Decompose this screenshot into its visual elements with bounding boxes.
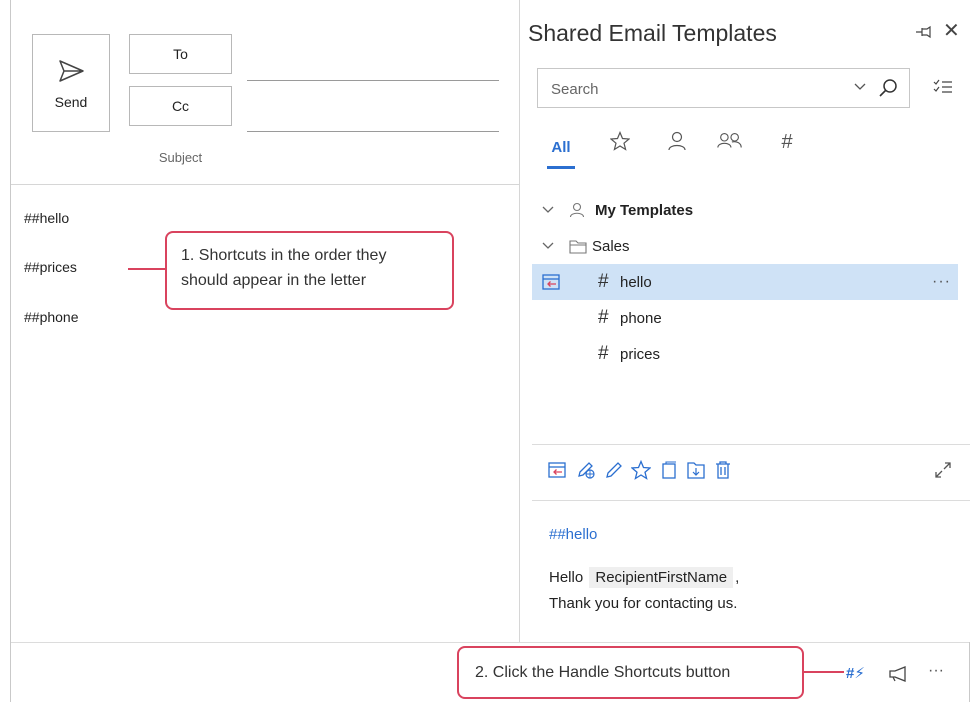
chevron-down-icon[interactable]: [542, 205, 554, 215]
panel-title: Shared Email Templates: [528, 20, 777, 46]
move-to-folder-icon[interactable]: [686, 460, 706, 480]
to-button[interactable]: To: [129, 34, 232, 74]
preview-line-1: Hello RecipientFirstName,: [549, 567, 740, 588]
expand-icon[interactable]: [933, 460, 953, 480]
callout-shortcut-order: 1. Shortcuts in the order they should ap…: [165, 231, 454, 310]
search-box: [537, 68, 910, 109]
send-button[interactable]: Send: [32, 34, 110, 132]
template-item-prices[interactable]: # prices: [532, 336, 958, 372]
person-icon: [668, 131, 686, 151]
pin-icon[interactable]: [915, 25, 933, 39]
chevron-down-icon[interactable]: [854, 82, 866, 92]
edit-online-icon[interactable]: [576, 460, 596, 480]
send-icon: [59, 60, 84, 82]
compose-divider: [11, 184, 519, 185]
callout-leader-1: [128, 268, 165, 270]
hash-icon: #: [598, 271, 609, 292]
folder-icon: [569, 239, 587, 254]
preview-comma: ,: [735, 569, 740, 586]
preview-line-2: Thank you for contacting us.: [549, 595, 738, 612]
tree-label-sales: Sales: [592, 237, 630, 255]
send-label: Send: [54, 94, 88, 110]
template-item-hello[interactable]: # hello ···: [532, 264, 958, 300]
macro-recipient-first-name: RecipientFirstName: [589, 567, 734, 588]
search-input[interactable]: [538, 69, 853, 109]
insert-template-icon[interactable]: [547, 460, 567, 480]
chevron-down-icon[interactable]: [542, 241, 554, 251]
search-icon[interactable]: [878, 78, 898, 98]
star-icon: [610, 131, 630, 151]
copy-icon[interactable]: [659, 460, 679, 480]
shared-templates-panel: Shared Email Templates ✕ All: [519, 0, 970, 642]
tab-shortcuts[interactable]: #: [775, 131, 799, 169]
pencil-icon[interactable]: [604, 460, 624, 480]
cc-field[interactable]: [247, 131, 499, 132]
handle-shortcuts-icon[interactable]: #⚡: [846, 664, 865, 682]
hash-icon: #: [598, 343, 609, 364]
tab-team-templates[interactable]: [715, 131, 745, 169]
megaphone-icon[interactable]: [888, 665, 910, 683]
people-icon: [717, 132, 742, 148]
template-item-phone[interactable]: # phone: [532, 300, 958, 336]
to-field[interactable]: [247, 80, 499, 81]
hash-icon: #: [598, 307, 609, 328]
body-line-hello[interactable]: ##hello: [24, 210, 69, 226]
template-name-prices: prices: [620, 345, 661, 363]
toolbar-divider: [532, 444, 970, 445]
body-line-phone[interactable]: ##phone: [24, 309, 79, 325]
callout-handle-shortcuts: 2. Click the Handle Shortcuts button: [457, 646, 804, 699]
cc-button[interactable]: Cc: [129, 86, 232, 126]
close-icon[interactable]: ✕: [943, 20, 960, 42]
person-icon: [569, 202, 585, 218]
subject-label: Subject: [158, 150, 203, 165]
tab-all[interactable]: All: [544, 131, 578, 169]
tree-node-my-templates[interactable]: My Templates: [532, 192, 958, 228]
tree-node-sales[interactable]: Sales: [532, 228, 958, 264]
body-line-prices[interactable]: ##prices: [24, 259, 77, 275]
preview-divider: [532, 500, 970, 501]
checklist-icon[interactable]: [933, 78, 953, 96]
template-name-hello: hello: [620, 273, 652, 291]
more-options-icon[interactable]: ···: [928, 662, 944, 680]
star-icon[interactable]: [631, 460, 651, 480]
tab-my-templates[interactable]: [665, 131, 689, 169]
callout-leader-2: [804, 671, 844, 673]
footer-divider: [11, 642, 969, 643]
tab-favorites[interactable]: [608, 131, 632, 169]
template-name-phone: phone: [620, 309, 662, 327]
preview-title: ##hello: [549, 526, 598, 543]
trash-icon[interactable]: [713, 460, 733, 480]
preview-greeting: Hello: [549, 569, 584, 586]
insert-template-icon[interactable]: [542, 274, 560, 290]
compose-pane: Send To Cc Subject ##hello ##prices ##ph…: [11, 0, 519, 642]
more-options-icon[interactable]: ···: [932, 273, 951, 291]
tree-label-my-templates: My Templates: [595, 201, 694, 219]
